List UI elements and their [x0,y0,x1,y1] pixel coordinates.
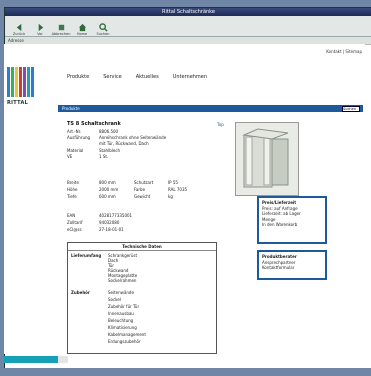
stop-icon [58,24,64,31]
top-link[interactable]: Top [217,122,224,127]
search-label: Suchen [96,32,110,36]
nav-item-company[interactable]: Unternehmen [173,74,207,80]
home-button[interactable]: Home [72,23,92,36]
list-item[interactable]: Beleuchtung [108,318,133,323]
code-value: 27-18-01-01 [99,227,124,232]
product-title: TS 8 Schaltschrank [67,121,121,127]
search-input[interactable]: Suchen [342,106,360,112]
dim-value: RAL 7035 [168,187,188,192]
add-to-cart-link[interactable]: In den Warenkorb [262,222,322,228]
home-label: Home [76,32,88,36]
back-button[interactable]: Zurück [9,23,29,36]
table-row: eCl@ss 27-18-01-01 [67,226,132,233]
nav-item-service[interactable]: Service [103,74,121,80]
code-value: 94032080 [99,220,120,225]
price-box: Preis/Lieferzeit Preis: auf Anfrage Lief… [257,196,327,244]
status-bar-scroll[interactable] [58,356,68,363]
code-label: EAN [67,213,76,218]
code-label: Zolltarif [67,220,83,225]
spec-row: VE 1 St. [67,154,166,160]
dim-label: Farbe [134,187,146,192]
forward-label: Vor [37,32,43,36]
dim-label: Höhe [67,187,78,192]
list-item: Sockelrahmen [108,278,137,283]
forward-button[interactable]: Vor [30,23,50,36]
dim-value: 600 mm [99,194,116,199]
product-image [235,122,299,196]
web-page: Kontakt | Sitemap RITTAL Produkte Servic… [4,44,365,354]
contact-form-link[interactable]: Kontaktformular [262,265,322,271]
address-label: Adresse [8,38,24,43]
list-item[interactable]: Sockel [108,297,121,302]
codes-table: EAN 4028177335001 Zolltarif 94032080 eCl@s… [67,212,132,233]
dim-label: Breite [67,180,79,185]
table-row: Tiefe 600 mm Gewicht kg [67,193,187,200]
technical-details: Technische Daten Lieferumfang Schrankger… [67,242,217,354]
table-row: EAN 4028177335001 [67,212,132,219]
home-icon [78,23,86,32]
dim-value: IP 55 [168,180,178,185]
list-item[interactable]: Erdungszubehör [108,339,141,344]
table-row: Breite 800 mm Schutzart IP 55 [67,179,187,186]
product-specs: Art.-Nr. 8806.500 Ausführung Anreihschrank… [67,129,166,160]
logo-text: RITTAL [7,100,29,106]
status-bar [4,356,58,363]
browser-toolbar: Zurück Vor Abbrechen Home Suchen [5,16,371,37]
dim-value: 800 mm [99,180,116,185]
breadcrumb[interactable]: Produkte [62,106,80,111]
dim-value: kg [168,194,173,199]
stop-button[interactable]: Abbrechen [51,23,71,36]
section-label: Zubehör [71,290,90,295]
cabinet-illustration [242,128,289,188]
back-arrow-icon [16,23,21,32]
table-row: Zolltarif 94032080 [67,219,132,226]
main-nav: Produkte Service Aktuelles Unternehmen [67,74,207,80]
dim-value: 2000 mm [99,187,119,192]
search-icon [98,23,108,32]
breadcrumb-bar: Produkte Suchen [58,105,363,112]
spec-value: 1 St. [99,153,109,159]
list-item[interactable]: Innenausbau [108,311,134,316]
window-title: Rittal Schaltschränke [5,8,371,16]
section-label: Lieferumfang [71,253,102,258]
dim-label: Tiefe [67,194,77,199]
dim-label: Schutzart [134,180,154,185]
top-links[interactable]: Kontakt | Sitemap [326,49,362,54]
list-item[interactable]: Kabelmanagement [108,332,146,337]
nav-item-news[interactable]: Aktuelles [136,74,159,80]
list-item[interactable]: Zubehör für Tür [108,304,139,309]
list-item[interactable]: Klimatisierung [108,325,137,330]
details-header: Technische Daten [68,243,216,251]
list-item[interactable]: Seitenwände [108,290,134,295]
rittal-logo-icon [7,67,37,97]
spec-label: VE [67,153,73,159]
dim-label: Gewicht [134,194,151,199]
table-row: Höhe 2000 mm Farbe RAL 7035 [67,186,187,193]
forward-arrow-icon [38,23,43,32]
code-value: 4028177335001 [99,213,133,218]
nav-item-products[interactable]: Produkte [67,74,89,80]
back-label: Zurück [12,32,26,36]
advisor-box: Produktberater Ansprechpartner Kontaktfo… [257,250,327,280]
stop-label: Abbrechen [51,32,71,36]
search-button[interactable]: Suchen [93,23,113,36]
dimensions-table: Breite 800 mm Schutzart IP 55 Höhe 2000 mm Fa… [67,179,187,200]
code-label: eCl@ss [67,227,82,232]
